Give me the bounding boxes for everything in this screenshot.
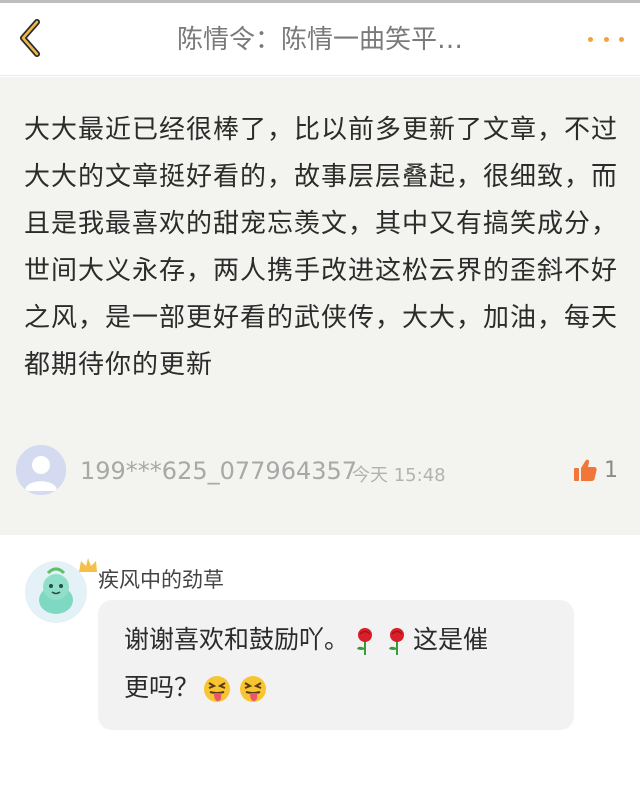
squinting-tongue-emoji — [240, 676, 267, 702]
avatar[interactable] — [16, 445, 66, 495]
comment-time: 今天 15:48 — [352, 465, 446, 486]
reply-avatar[interactable] — [24, 558, 97, 624]
more-dot — [588, 36, 593, 42]
comment-body: 大大最近已经很棒了，比以前多更新了文章，不过大大的文章挺好看的，故事层层叠起，很… — [24, 115, 619, 380]
reply-body: 谢谢喜欢和鼓励吖。 这是催更吗？ — [124, 616, 554, 712]
default-user-icon — [16, 445, 66, 495]
rose-emoji — [389, 628, 405, 655]
reply-author[interactable]: 疾风中的劲草 — [98, 564, 224, 594]
back-button[interactable] — [10, 16, 50, 60]
reply-text-part: 谢谢喜欢和鼓励吖。 — [124, 625, 350, 654]
chevron-left-icon — [20, 19, 40, 57]
comment-card: 大大最近已经很棒了，比以前多更新了文章，不过大大的文章挺好看的，故事层层叠起，很… — [0, 77, 640, 535]
more-button[interactable] — [588, 26, 624, 52]
squinting-tongue-emoji — [204, 676, 231, 702]
status-divider — [0, 0, 640, 3]
like-button[interactable]: 1 — [572, 455, 618, 485]
more-dot — [603, 36, 609, 42]
comment-page: 陈情令：陈情一曲笑平… 大大最近已经很棒了，比以前多更新了文章，不过大大的文章挺… — [0, 0, 640, 786]
rose-emoji — [357, 628, 373, 655]
page-title: 陈情令：陈情一曲笑平… — [176, 25, 463, 55]
thumbs-up-icon — [574, 459, 597, 481]
like-count: 1 — [604, 457, 618, 483]
more-dot — [619, 36, 624, 42]
reply-text-part: 更吗？ — [124, 673, 200, 702]
comment-meta: 199***625_077964357 今天 15:48 1 — [16, 445, 626, 497]
reply-text-part: 这是催 — [413, 625, 489, 654]
comment-author[interactable]: 199***625_077964357 — [80, 457, 357, 485]
top-bar: 陈情令：陈情一曲笑平… — [0, 0, 640, 76]
crown-badge-icon — [79, 558, 97, 572]
reply-bubble: 谢谢喜欢和鼓励吖。 这是催更吗？ — [98, 600, 574, 730]
